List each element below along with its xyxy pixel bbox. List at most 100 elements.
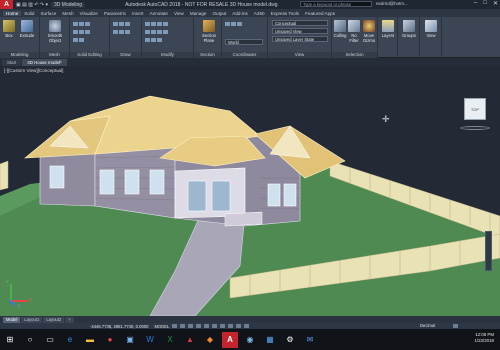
array-tool[interactable] — [145, 29, 169, 34]
culling-button[interactable]: Culling — [333, 20, 347, 46]
ribbon-tab-home[interactable]: Home — [3, 10, 22, 16]
offset-tool[interactable] — [145, 37, 163, 42]
ribbon-tab-annotate[interactable]: Annotate — [147, 11, 171, 16]
navigation-bar[interactable] — [485, 231, 492, 271]
coordinate-readout[interactable]: -4446.7736, 2861.7740, 0.0000 — [90, 324, 148, 329]
clock-date: 1/23/2018 — [474, 338, 494, 343]
move-gizmo-button[interactable]: Move Gizmo — [361, 20, 377, 46]
lineweight-icon[interactable] — [220, 324, 226, 328]
move-tool[interactable] — [145, 21, 169, 26]
minimize-icon[interactable]: – — [474, 0, 477, 7]
ucs-x-label: X — [29, 297, 32, 302]
ribbon-tab-view[interactable]: View — [171, 11, 187, 16]
porch — [174, 167, 246, 219]
layout-tab-model[interactable]: Model — [3, 316, 21, 323]
selection-cycling-icon[interactable] — [236, 324, 242, 328]
scale-icon — [157, 21, 162, 26]
ribbon-tab-bar: Home Solid Surface Mesh Visualize Parametric I… — [0, 9, 500, 17]
layers-button[interactable]: Layers — [380, 20, 396, 46]
word-icon[interactable]: W — [142, 332, 158, 348]
circle-icon — [125, 21, 130, 26]
new-layout-button[interactable]: + — [65, 316, 74, 323]
chrome-icon[interactable]: ● — [102, 332, 118, 348]
layout-tab-layout1[interactable]: Layout1 — [21, 316, 43, 323]
hatch-icon — [125, 29, 130, 34]
ucs-dropdown[interactable]: World — [225, 39, 263, 45]
view-button[interactable]: View — [423, 20, 439, 46]
ucs-tools[interactable] — [225, 21, 243, 26]
3d-osnap-icon[interactable] — [212, 324, 218, 328]
visual-style-dropdown[interactable]: Conceptual — [272, 20, 328, 26]
ribbon-tab-manage[interactable]: Manage — [187, 11, 210, 16]
union-tool[interactable] — [73, 21, 91, 26]
file-explorer-icon[interactable]: ▬ — [82, 332, 98, 348]
ribbon-tab-express-tools[interactable]: Express Tools — [268, 11, 303, 16]
ribbon-tab-insert[interactable]: Insert — [129, 11, 147, 16]
workspace-dropdown[interactable]: 3D Modeling — [51, 1, 86, 8]
ribbon-tab-a360[interactable]: A360 — [251, 11, 268, 16]
layer-state-dropdown[interactable]: Unsaved Layer State — [272, 36, 328, 42]
autocad-taskbar-icon[interactable]: A — [222, 331, 238, 348]
saved-view-dropdown[interactable]: Unsaved View — [272, 28, 328, 34]
search-input[interactable]: Type a keyword or phrase — [300, 1, 372, 7]
transparency-icon[interactable] — [228, 324, 234, 328]
annotation-scale-icon[interactable] — [244, 324, 250, 328]
line-tool[interactable] — [113, 21, 131, 26]
customization-icon[interactable] — [453, 324, 458, 328]
viewcube-compass-ring[interactable] — [460, 126, 490, 130]
acrobat-icon[interactable]: ▲ — [182, 332, 198, 348]
smooth-object-button[interactable]: Smooth Object — [46, 20, 64, 46]
groups-button[interactable]: Groups — [401, 20, 417, 46]
task-view-icon[interactable]: ▭ — [42, 332, 58, 348]
ribbon-tab-add-ins[interactable]: Add-ins — [229, 11, 251, 16]
ribbon-tab-parametric[interactable]: Parametric — [101, 11, 129, 16]
search-icon[interactable]: ○ — [22, 332, 38, 348]
rotate-icon — [151, 21, 156, 26]
viewcube[interactable]: TOP — [464, 98, 486, 120]
window-controls: – □ ✕ — [474, 0, 498, 7]
thicken-icon — [85, 29, 90, 34]
osnap-icon[interactable] — [204, 324, 210, 328]
photos-icon[interactable]: ▦ — [262, 332, 278, 348]
grid-icon[interactable] — [172, 324, 178, 328]
quick-access-toolbar[interactable]: ▣ ▤ ▥ ↶ ↷ ▾ — [16, 2, 48, 8]
ribbon-tab-mesh[interactable]: Mesh — [59, 11, 76, 16]
no-filter-button[interactable]: No Filter — [347, 20, 361, 46]
box-button[interactable]: Box — [1, 20, 17, 46]
ribbon-tab-solid[interactable]: Solid — [21, 11, 37, 16]
close-icon[interactable]: ✕ — [493, 0, 498, 7]
section-plane-button[interactable]: Section Plane — [199, 20, 219, 46]
system-clock[interactable]: 12:08 PM 1/23/2018 — [474, 332, 494, 344]
application-menu-button[interactable]: A — [0, 0, 13, 9]
ucs-y-label: Y — [6, 279, 9, 284]
mesh-panel: Smooth Object Mesh — [40, 17, 70, 58]
edge-icon[interactable]: e — [62, 332, 78, 348]
layout-tab-layout2[interactable]: Layout2 — [43, 316, 65, 323]
drawing-viewport[interactable]: [-][Custom View][Conceptual] TOP ✛ X Y Z — [0, 66, 500, 316]
ortho-icon[interactable] — [188, 324, 194, 328]
paint-icon[interactable]: ◆ — [202, 332, 218, 348]
ribbon-tab-visualize[interactable]: Visualize — [77, 11, 101, 16]
ribbon-tab-surface[interactable]: Surface — [37, 11, 59, 16]
ribbon-tab-output[interactable]: Output — [209, 11, 229, 16]
user-account[interactable]: nedrrid@hotm... — [376, 1, 408, 6]
polar-icon[interactable] — [196, 324, 202, 328]
units-dropdown[interactable]: Decimal — [420, 323, 435, 328]
extract-edges-tool[interactable] — [73, 37, 85, 42]
fillet-edge-tool[interactable] — [73, 29, 91, 34]
settings-icon[interactable]: ⚙ — [282, 332, 298, 348]
extrude-button[interactable]: Extrude — [19, 20, 35, 46]
maximize-icon[interactable]: □ — [483, 0, 487, 7]
store-icon[interactable]: ▣ — [122, 332, 138, 348]
arc-tool[interactable] — [113, 29, 131, 34]
viewport-controls-label[interactable]: [-][Custom View][Conceptual] — [4, 68, 63, 73]
camera-icon[interactable]: ◉ — [242, 332, 258, 348]
snap-icon[interactable] — [180, 324, 186, 328]
document-tab-1[interactable]: 3D House model* — [22, 59, 67, 66]
document-tab-0[interactable]: Start — [2, 59, 22, 66]
model-space-toggle[interactable]: MODEL — [154, 324, 169, 329]
ribbon-tab-featured-apps[interactable]: Featured Apps — [302, 11, 338, 16]
mail-icon[interactable]: ✉ — [302, 332, 318, 348]
excel-icon[interactable]: X — [162, 332, 178, 348]
start-icon[interactable]: ⊞ — [2, 332, 18, 348]
